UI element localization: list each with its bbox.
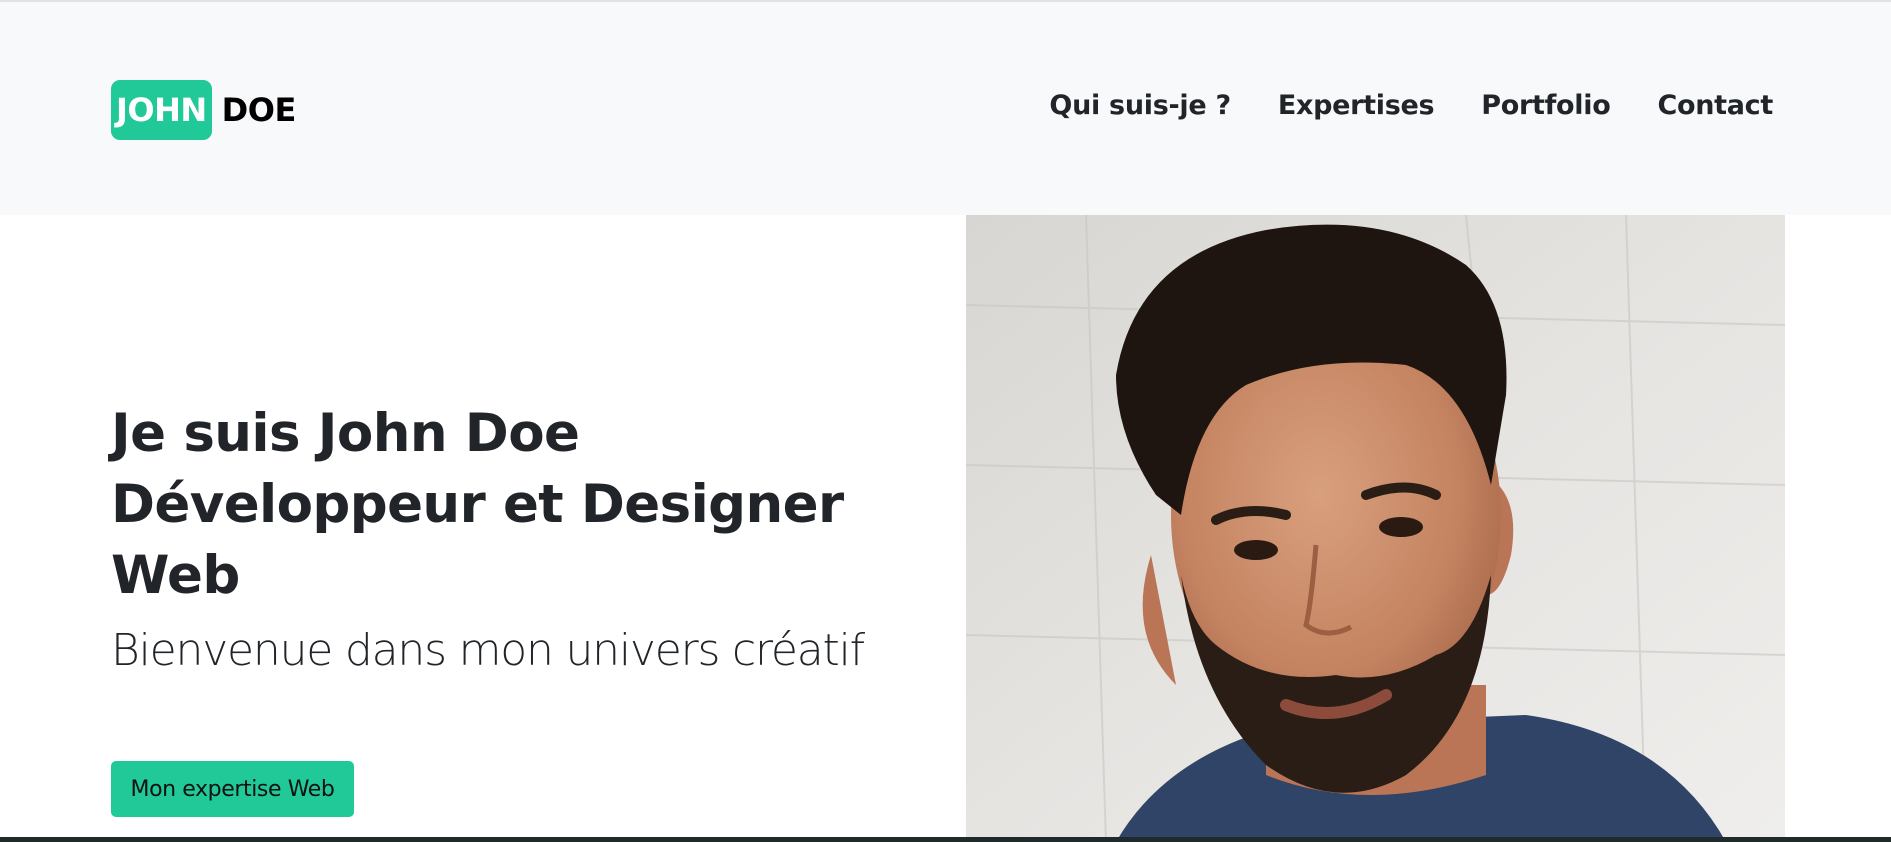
hero-subtitle: Bienvenue dans mon univers créatif [111,625,865,676]
bottom-edge [0,837,1891,842]
main-nav: Qui suis-je ? Expertises Portfolio Conta… [1049,90,1773,121]
nav-link-contact[interactable]: Contact [1657,90,1773,121]
brand-last-name: DOE [221,91,297,129]
navbar: JOHN DOE Qui suis-je ? Expertises Portfo… [0,0,1891,215]
brand-first-name: JOHN [111,80,212,140]
hero-title: Je suis John Doe Développeur et Designer… [111,398,871,611]
hero-title-line: Web [111,545,240,606]
profile-photo [966,215,1785,842]
expertise-button[interactable]: Mon expertise Web [111,761,354,817]
brand-logo[interactable]: JOHN DOE [111,79,296,141]
hero-title-line: Développeur et Designer [111,474,844,535]
nav-link-qui-suis-je[interactable]: Qui suis-je ? [1049,90,1231,121]
hero-section: Je suis John Doe Développeur et Designer… [111,398,871,676]
nav-link-expertises[interactable]: Expertises [1278,90,1435,121]
nav-link-portfolio[interactable]: Portfolio [1481,90,1611,121]
hero-title-line: Je suis John Doe [111,403,580,464]
